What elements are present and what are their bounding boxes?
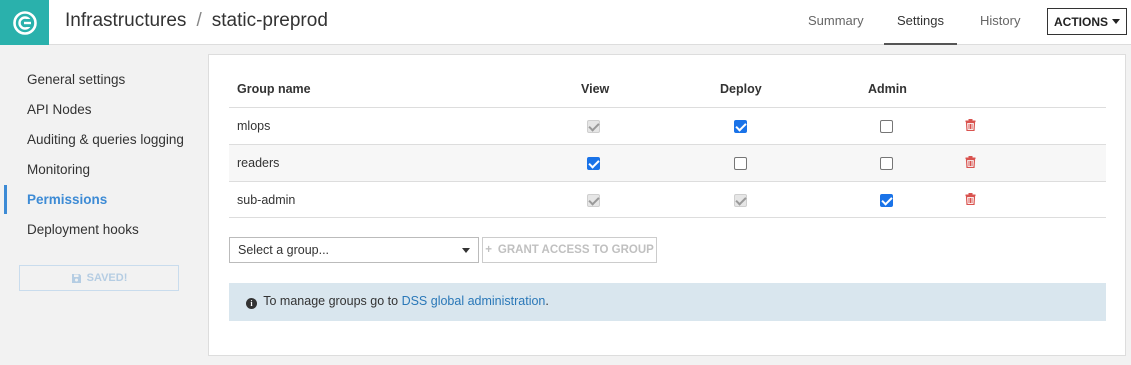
caret-down-icon	[1112, 19, 1120, 24]
trash-icon[interactable]	[965, 119, 976, 131]
saved-label: SAVED!	[86, 272, 128, 284]
deploy-checkbox	[734, 194, 747, 207]
active-item-marker	[4, 185, 7, 214]
sidebar-item-deployment-hooks[interactable]: Deployment hooks	[27, 222, 139, 237]
sidebar-item-monitoring[interactable]: Monitoring	[27, 162, 90, 177]
group-select[interactable]: Select a group...	[229, 237, 479, 263]
actions-button[interactable]: ACTIONS	[1047, 8, 1127, 35]
info-icon: i	[246, 298, 257, 309]
caret-down-icon	[462, 248, 470, 253]
view-checkbox[interactable]	[587, 157, 600, 170]
plus-icon: +	[485, 244, 492, 256]
dss-admin-link[interactable]: DSS global administration	[402, 294, 546, 308]
logo-icon	[12, 10, 37, 35]
trash-icon[interactable]	[965, 193, 976, 205]
breadcrumb-root[interactable]: Infrastructures	[65, 10, 186, 31]
deploy-checkbox[interactable]	[734, 120, 747, 133]
saved-button[interactable]: SAVED!	[19, 265, 179, 291]
permissions-card: Group name View Deploy Admin mlops reader…	[208, 54, 1126, 356]
trash-icon[interactable]	[965, 156, 976, 168]
view-checkbox	[587, 120, 600, 133]
grant-access-label: GRANT ACCESS TO GROUP	[497, 244, 654, 256]
deploy-checkbox[interactable]	[734, 157, 747, 170]
column-header-admin: Admin	[868, 82, 907, 96]
dataiku-logo[interactable]	[0, 0, 49, 45]
table-row: sub-admin	[229, 181, 1106, 218]
table-bottom-border	[229, 217, 1106, 218]
sidebar-item-api-nodes[interactable]: API Nodes	[27, 102, 92, 117]
column-header-view: View	[581, 82, 610, 96]
top-bar: Infrastructures / static-preprod Summary S…	[0, 0, 1131, 45]
breadcrumb-current: static-preprod	[211, 10, 328, 31]
info-banner: i To manage groups go to DSS global admi…	[229, 283, 1106, 321]
table-row: readers	[229, 144, 1106, 181]
info-suffix: .	[545, 294, 549, 308]
sidebar-item-auditing[interactable]: Auditing & queries logging	[27, 132, 184, 147]
group-name-cell: sub-admin	[237, 193, 296, 207]
view-checkbox	[587, 194, 600, 207]
breadcrumb: Infrastructures / static-preprod	[65, 10, 328, 32]
breadcrumb-separator: /	[196, 10, 202, 31]
column-header-deploy: Deploy	[720, 82, 762, 96]
column-header-group-name: Group name	[237, 82, 311, 96]
admin-checkbox[interactable]	[880, 157, 893, 170]
tab-summary[interactable]: Summary	[808, 0, 864, 45]
tab-history[interactable]: History	[980, 0, 1020, 45]
actions-label: ACTIONS	[1054, 14, 1108, 29]
tab-settings[interactable]: Settings	[884, 0, 957, 45]
sidebar-item-general-settings[interactable]: General settings	[27, 72, 125, 87]
admin-checkbox[interactable]	[880, 194, 893, 207]
grant-access-button[interactable]: + GRANT ACCESS TO GROUP	[482, 237, 657, 263]
group-select-value: Select a group...	[238, 243, 330, 257]
save-icon	[71, 273, 81, 283]
admin-checkbox[interactable]	[880, 120, 893, 133]
group-name-cell: readers	[237, 156, 280, 170]
info-text: To manage groups go to	[263, 294, 399, 308]
group-name-cell: mlops	[237, 119, 271, 133]
sidebar-item-permissions[interactable]: Permissions	[27, 192, 107, 207]
table-row: mlops	[229, 107, 1106, 144]
